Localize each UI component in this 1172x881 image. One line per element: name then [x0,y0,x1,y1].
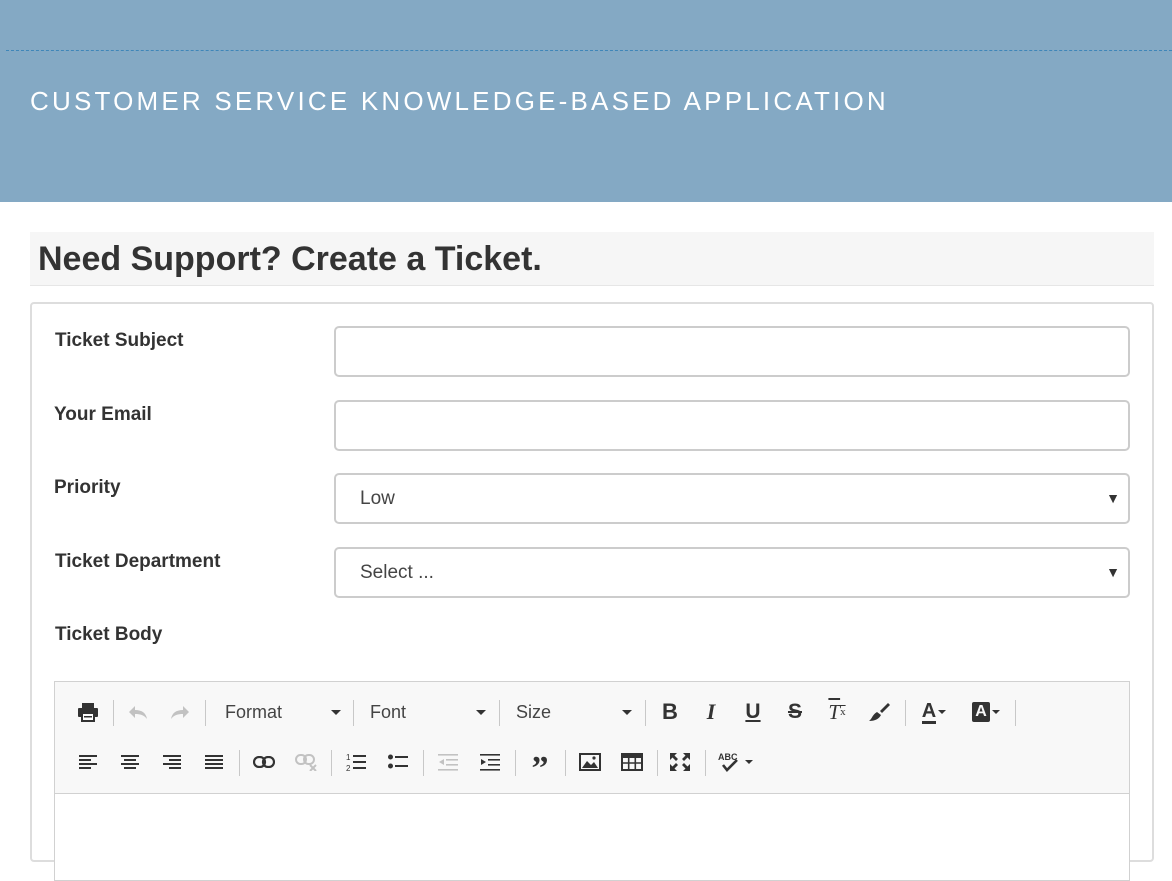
font-dropdown[interactable]: Font [370,697,486,727]
toolbar-separator [705,750,706,776]
italic-icon[interactable]: I [696,697,726,727]
spellcheck-icon[interactable]: ABC [715,747,755,777]
underline-icon[interactable]: U [738,697,768,727]
email-input[interactable] [334,400,1130,451]
toolbar-separator [499,700,500,726]
page-title: Need Support? Create a Ticket. [38,240,542,278]
blockquote-icon[interactable]: ” [525,747,555,786]
ticket-subject-label: Ticket Subject [55,330,184,351]
size-dropdown[interactable]: Size [516,697,632,727]
editor-content-area[interactable] [55,794,1129,880]
text-color-icon[interactable]: A [915,697,953,727]
page-heading-bar: Need Support? Create a Ticket. [30,232,1154,286]
decrease-indent-icon[interactable] [433,747,463,777]
undo-icon[interactable] [123,697,153,727]
toolbar-separator [1015,700,1016,726]
department-selected-value: Select ... [360,562,434,583]
format-dropdown[interactable]: Format [225,697,341,727]
justify-icon[interactable] [199,747,229,777]
toolbar-separator [515,750,516,776]
app-title: CUSTOMER SERVICE KNOWLEDGE-BASED APPLICA… [30,86,889,116]
toolbar-separator [331,750,332,776]
numbered-list-icon[interactable]: 12 [341,747,371,777]
toolbar-separator [645,700,646,726]
font-dropdown-label: Font [370,702,407,722]
priority-select[interactable]: Low ▼ [334,473,1130,524]
app-header: CUSTOMER SERVICE KNOWLEDGE-BASED APPLICA… [0,0,1172,202]
bold-icon[interactable]: B [655,697,685,727]
toolbar-separator [905,700,906,726]
priority-selected-value: Low [360,488,395,509]
format-dropdown-label: Format [225,702,283,722]
rich-text-editor: Format Font Size B I U S Tx A A 1 2 ” AB… [54,681,1130,881]
toolbar-separator [657,750,658,776]
ticket-body-label: Ticket Body [55,624,163,645]
dropdown-arrow-icon: ▼ [1106,564,1120,580]
strikethrough-icon[interactable]: S [780,697,810,727]
align-right-icon[interactable] [157,747,187,777]
toolbar-separator [423,750,424,776]
email-label: Your Email [54,404,152,425]
copy-format-icon[interactable] [864,697,894,727]
bulleted-list-icon[interactable] [383,747,413,777]
maximize-icon[interactable] [665,747,695,777]
svg-text:2: 2 [346,764,351,772]
toolbar-separator [565,750,566,776]
dropdown-arrow-icon: ▼ [1106,490,1120,506]
priority-label: Priority [54,477,121,498]
svg-text:1: 1 [346,753,351,762]
chevron-down-icon [476,710,486,715]
toolbar-separator [205,700,206,726]
align-left-icon[interactable] [73,747,103,777]
redo-icon[interactable] [165,697,195,727]
department-select[interactable]: Select ... ▼ [334,547,1130,598]
align-center-icon[interactable] [115,747,145,777]
table-icon[interactable] [617,747,647,777]
unlink-icon[interactable] [291,747,321,777]
editor-toolbar: Format Font Size B I U S Tx A A 1 2 ” AB… [55,682,1129,794]
increase-indent-icon[interactable] [475,747,505,777]
chevron-down-icon [622,710,632,715]
print-icon[interactable] [73,697,103,727]
department-label: Ticket Department [55,551,221,572]
toolbar-separator [239,750,240,776]
image-icon[interactable] [575,747,605,777]
link-icon[interactable] [249,747,279,777]
toolbar-separator [353,700,354,726]
ticket-subject-input[interactable] [334,326,1130,377]
remove-format-icon[interactable]: Tx [822,697,852,727]
header-dashed-divider [6,50,1172,51]
size-dropdown-label: Size [516,702,552,722]
background-color-icon[interactable]: A [967,697,1005,727]
chevron-down-icon [331,710,341,715]
toolbar-separator [113,700,114,726]
